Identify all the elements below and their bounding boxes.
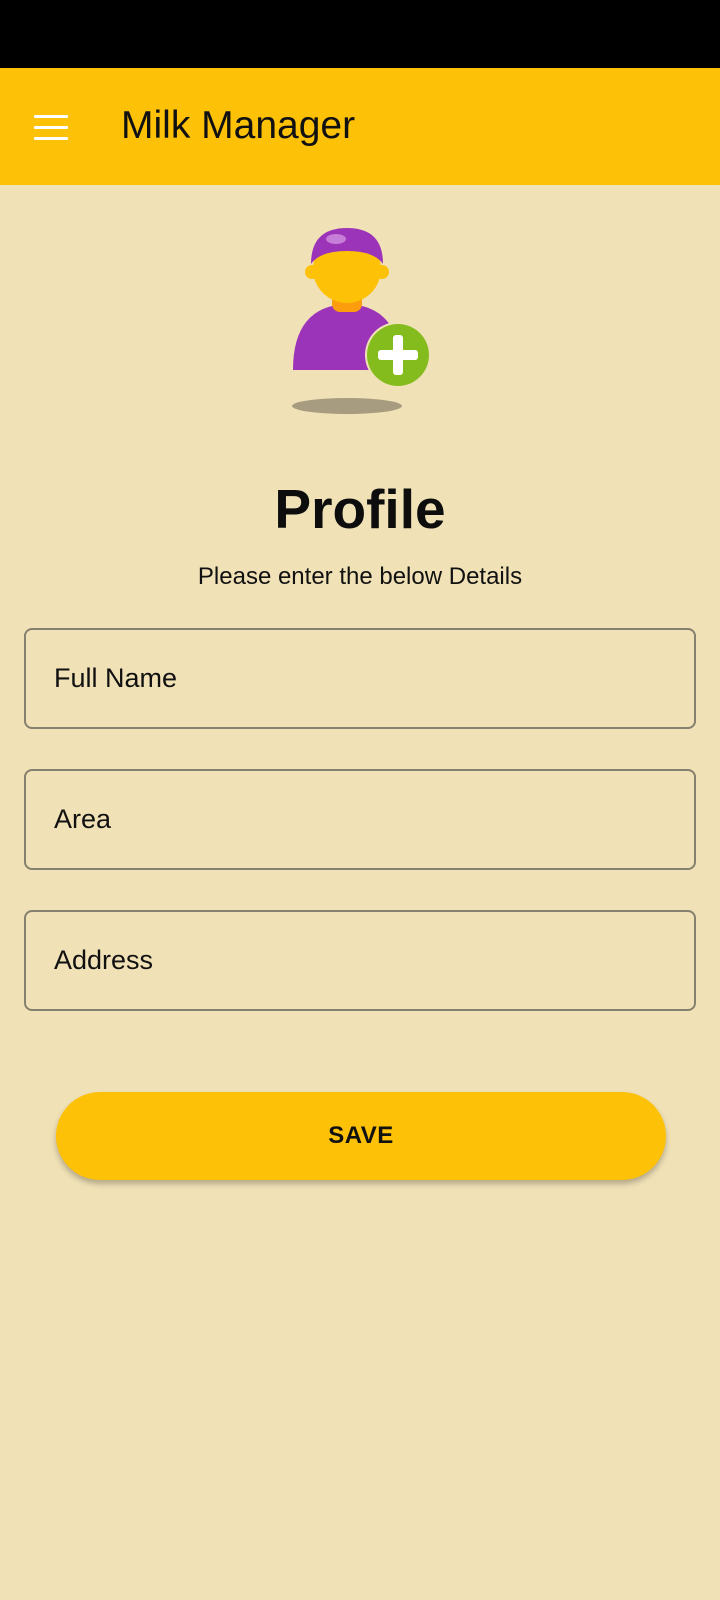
hamburger-menu-icon bbox=[34, 114, 68, 140]
menu-button[interactable] bbox=[20, 96, 82, 158]
area-field[interactable] bbox=[24, 769, 696, 870]
add-user-icon bbox=[292, 228, 431, 414]
page-title: Profile bbox=[274, 478, 446, 540]
address-field[interactable] bbox=[24, 910, 696, 1011]
full-name-field[interactable] bbox=[24, 628, 696, 729]
app-bar: Milk Manager bbox=[0, 68, 720, 185]
save-button[interactable]: SAVE bbox=[56, 1092, 666, 1180]
status-bar bbox=[0, 0, 720, 68]
app-title: Milk Manager bbox=[121, 104, 356, 147]
page-subtitle: Please enter the below Details bbox=[197, 563, 523, 590]
